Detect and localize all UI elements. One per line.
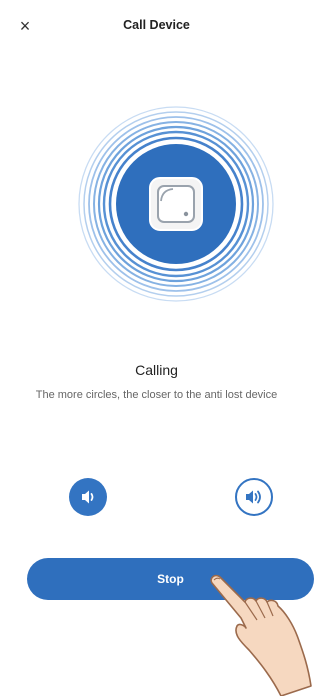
- volume-down-button[interactable]: [69, 478, 107, 516]
- volume-up-icon: [246, 490, 261, 504]
- volume-down-icon: [82, 490, 94, 504]
- status-hint: The more circles, the closer to the anti…: [35, 389, 278, 401]
- device-tag-icon: [149, 177, 203, 231]
- pointing-hand-icon: [210, 574, 312, 696]
- status-label: Calling: [135, 362, 178, 378]
- page-title: Call Device: [123, 18, 190, 32]
- signal-radar: [78, 106, 274, 302]
- header-bar: × Call Device: [0, 0, 313, 56]
- volume-up-button[interactable]: [235, 478, 273, 516]
